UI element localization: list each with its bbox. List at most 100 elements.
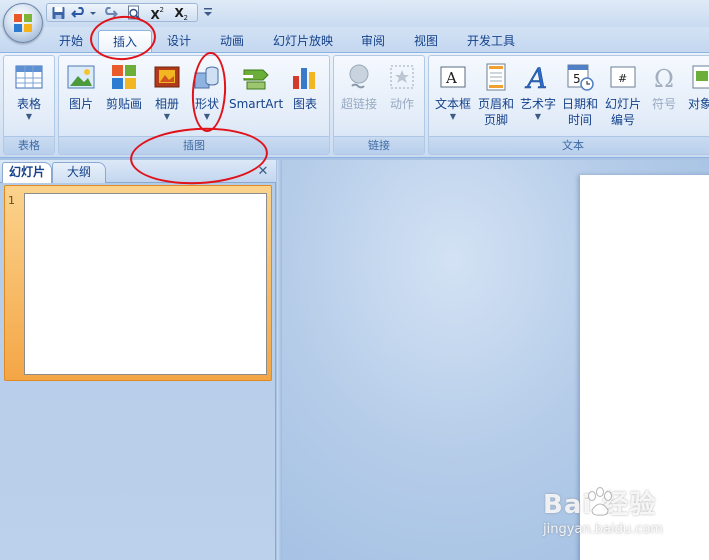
- tab-home[interactable]: 开始: [48, 30, 94, 53]
- wordart-icon: A: [524, 62, 548, 92]
- tab-animations[interactable]: 动画: [210, 30, 254, 53]
- table-icon: [15, 65, 43, 89]
- photo-album-button[interactable]: 相册 ▼: [149, 60, 185, 136]
- print-preview-icon[interactable]: [125, 5, 142, 21]
- chart-button-label: 图表: [292, 97, 317, 111]
- svg-text:A: A: [445, 69, 457, 87]
- undo-icon[interactable]: [71, 5, 88, 21]
- chevron-down-icon: ▼: [534, 112, 542, 121]
- object-button-label: 对象: [687, 97, 709, 111]
- group-label-links: 链接: [334, 136, 424, 154]
- subscript-icon[interactable]: X 2: [173, 5, 190, 21]
- svg-text:2: 2: [184, 14, 188, 21]
- tab-slide-show[interactable]: 幻灯片放映: [264, 30, 342, 53]
- header-footer-button[interactable]: 页眉和 页脚: [475, 60, 517, 136]
- pane-tab-slides[interactable]: 幻灯片: [2, 162, 52, 183]
- shapes-button-label: 形状: [194, 97, 219, 111]
- textbox-icon: A: [440, 66, 466, 88]
- undo-dropdown-icon[interactable]: [89, 5, 97, 21]
- title-bar: X 2 X 2: [0, 0, 709, 27]
- ribbon: 表格 ▼ 表格 图片 剪贴画 相册 ▼ 形状 ▼ SmartArt 图表 插图 …: [0, 52, 709, 158]
- slide-number: 1: [8, 194, 15, 207]
- slides-pane: 幻灯片 大纲 ✕ 1: [0, 160, 276, 560]
- group-label-illustrations: 插图: [59, 136, 329, 154]
- date-time-icon: 5: [567, 64, 594, 91]
- photo-album-icon: [154, 66, 180, 88]
- table-button[interactable]: 表格 ▼: [6, 60, 52, 136]
- textbox-button-label: 文本框: [434, 97, 471, 111]
- baidu-watermark: Bai 经验 jingyan.baidu.com: [543, 484, 703, 544]
- table-button-label: 表格: [16, 97, 41, 111]
- tab-view[interactable]: 视图: [404, 30, 448, 53]
- object-button[interactable]: 对象: [685, 60, 709, 136]
- clipart-button[interactable]: 剪贴画: [103, 60, 145, 136]
- svg-text:#: #: [618, 72, 627, 85]
- superscript-icon[interactable]: X 2: [149, 5, 166, 21]
- action-button-label: 动作: [389, 97, 414, 111]
- clipart-icon: [112, 65, 136, 89]
- slide-number-label-line1: 幻灯片: [604, 97, 641, 111]
- symbol-button-label: 符号: [651, 97, 676, 111]
- group-table: 表格 ▼ 表格: [3, 55, 55, 155]
- svg-text:5: 5: [573, 72, 581, 86]
- office-button[interactable]: [3, 3, 43, 43]
- action-icon: [390, 65, 414, 89]
- date-time-label-line1: 日期和: [561, 97, 598, 111]
- pane-tab-bar: 幻灯片 大纲 ✕: [0, 160, 276, 183]
- svg-text:A: A: [524, 62, 547, 92]
- chevron-down-icon: ▼: [25, 112, 33, 121]
- group-label-table: 表格: [4, 136, 54, 154]
- hyperlink-button[interactable]: 超链接: [338, 60, 380, 136]
- symbol-button[interactable]: Ω 符号: [645, 60, 683, 136]
- photo-album-button-label: 相册: [154, 97, 179, 111]
- ribbon-tab-bar: 开始 插入 设计 动画 幻灯片放映 审阅 视图 开发工具: [0, 27, 709, 54]
- picture-icon: [67, 65, 95, 89]
- shapes-button[interactable]: 形状 ▼: [189, 60, 225, 136]
- object-icon: [692, 65, 709, 89]
- svg-text:2: 2: [160, 6, 164, 14]
- action-button[interactable]: 动作: [382, 60, 422, 136]
- textbox-button[interactable]: A 文本框 ▼: [433, 60, 473, 136]
- save-icon[interactable]: [50, 5, 67, 21]
- slide-thumbnail-item[interactable]: 1: [4, 185, 272, 381]
- chart-button[interactable]: 图表: [287, 60, 323, 136]
- wordart-button[interactable]: A 艺术字 ▼: [517, 60, 559, 136]
- header-footer-icon: [486, 63, 506, 91]
- picture-button-label: 图片: [68, 97, 93, 111]
- watermark-url: jingyan.baidu.com: [543, 522, 663, 537]
- wordart-button-label: 艺术字: [519, 97, 556, 111]
- tab-design[interactable]: 设计: [158, 30, 200, 53]
- slide-number-button[interactable]: # 幻灯片 编号: [601, 60, 645, 136]
- shapes-icon: [194, 66, 219, 89]
- chevron-down-icon: ▼: [203, 112, 211, 121]
- smartart-icon: [243, 69, 269, 90]
- chart-icon: [293, 68, 315, 89]
- quick-access-toolbar: X 2 X 2: [46, 3, 198, 22]
- date-time-button[interactable]: 5 日期和 时间: [559, 60, 601, 136]
- close-icon[interactable]: ✕: [255, 164, 271, 180]
- date-time-label-line2: 时间: [567, 113, 592, 127]
- redo-icon[interactable]: [101, 5, 118, 21]
- smartart-button-label: SmartArt: [229, 97, 284, 111]
- hyperlink-button-label: 超链接: [340, 97, 377, 111]
- hyperlink-icon: [349, 64, 369, 89]
- group-illustrations: 图片 剪贴画 相册 ▼ 形状 ▼ SmartArt 图表 插图: [58, 55, 330, 155]
- pane-tab-outline[interactable]: 大纲: [52, 162, 106, 183]
- clipart-button-label: 剪贴画: [105, 97, 142, 111]
- tab-review[interactable]: 审阅: [352, 30, 394, 53]
- group-label-text: 文本: [429, 136, 709, 154]
- symbol-icon: Ω: [654, 65, 674, 92]
- group-links: 超链接 动作 链接: [333, 55, 425, 155]
- tab-insert[interactable]: 插入: [98, 30, 152, 54]
- group-text: A 文本框 ▼ 页眉和 页脚 A 艺术字 ▼ 5 日期和 时间 # 幻灯片 编号…: [428, 55, 709, 155]
- customize-toolbar-icon[interactable]: [202, 6, 214, 18]
- tab-developer[interactable]: 开发工具: [458, 30, 524, 53]
- office-logo-icon: [14, 14, 32, 32]
- header-footer-label-line2: 页脚: [483, 113, 508, 127]
- paw-logo-icon: [588, 487, 612, 516]
- picture-button[interactable]: 图片: [63, 60, 99, 136]
- smartart-button[interactable]: SmartArt: [229, 60, 283, 136]
- slide-thumbnail[interactable]: [24, 193, 267, 375]
- slide-number-label-line2: 编号: [610, 113, 635, 127]
- chevron-down-icon: ▼: [449, 112, 457, 121]
